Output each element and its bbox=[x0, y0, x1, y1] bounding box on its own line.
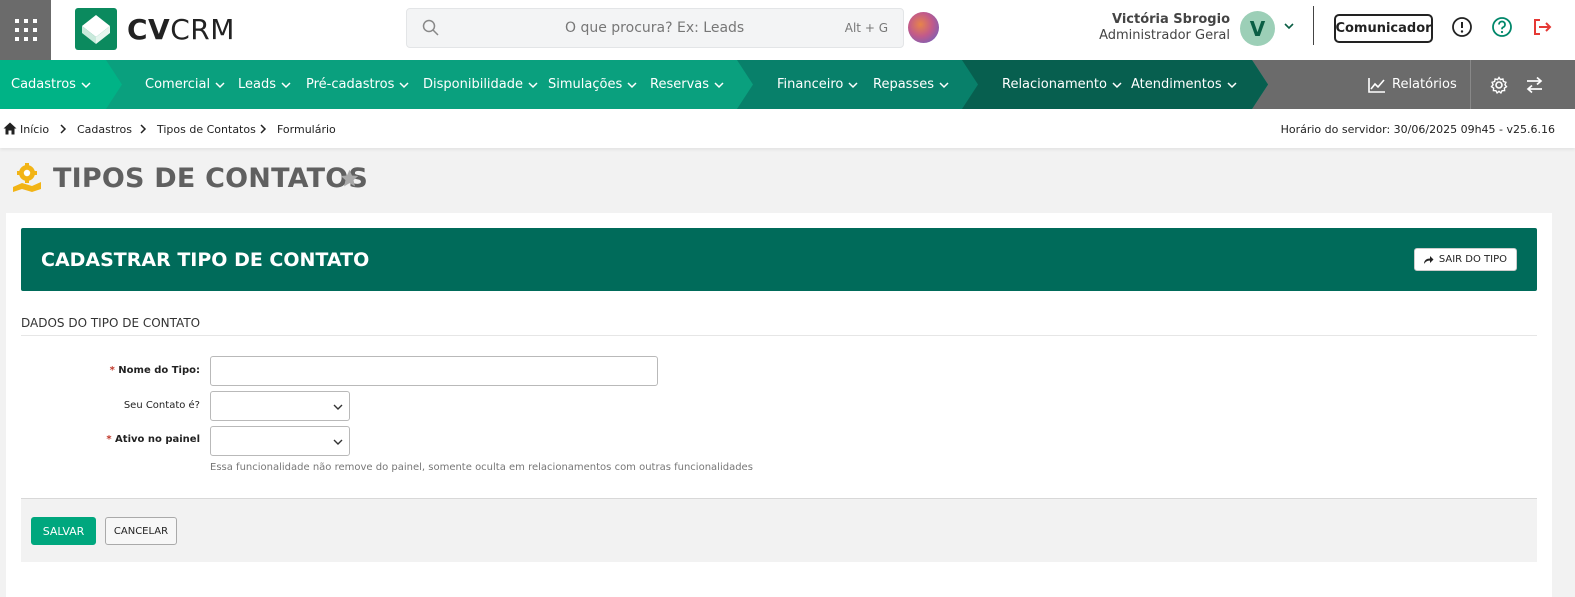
nav-item-cadastros[interactable]: Cadastros bbox=[11, 60, 91, 109]
chevron-down-icon bbox=[627, 81, 637, 88]
nome-tipo-input[interactable] bbox=[210, 356, 658, 386]
user-role: Administrador Geral bbox=[1099, 28, 1230, 43]
swap-arrows-icon[interactable] bbox=[1525, 76, 1544, 94]
page-title: TIPOS DE CONTATOS bbox=[53, 163, 369, 194]
nav-item-simulacoes[interactable]: Simulações bbox=[548, 60, 637, 109]
chevron-down-icon bbox=[848, 81, 858, 88]
chevron-down-icon bbox=[1227, 81, 1237, 88]
chevron-down-icon bbox=[939, 81, 949, 88]
favorite-star-icon[interactable] bbox=[339, 168, 360, 189]
exit-button[interactable]: SAIR DO TIPO bbox=[1413, 248, 1517, 271]
search-shortcut-hint: Alt + G bbox=[844, 21, 888, 35]
search-placeholder: O que procura? Ex: Leads bbox=[565, 20, 745, 36]
nav-item-leads[interactable]: Leads bbox=[238, 60, 291, 109]
breadcrumb: Início Cadastros Tipos de Contatos Formu… bbox=[0, 109, 1575, 148]
nav-divider bbox=[1470, 60, 1471, 109]
chevron-down-icon bbox=[281, 81, 291, 88]
nav-item-repasses[interactable]: Repasses bbox=[873, 60, 949, 109]
form-panel-header: CADASTRAR TIPO DE CONTATO SAIR DO TIPO bbox=[21, 228, 1537, 291]
info-icon[interactable] bbox=[1451, 16, 1473, 38]
form-panel-title: CADASTRAR TIPO DE CONTATO bbox=[41, 249, 370, 271]
settings-gear-icon[interactable] bbox=[1490, 76, 1508, 94]
logo[interactable]: CVCRM bbox=[75, 8, 235, 50]
nav-item-pre-cadastros[interactable]: Pré-cadastros bbox=[306, 60, 409, 109]
seu-contato-select[interactable] bbox=[210, 391, 350, 421]
help-icon[interactable] bbox=[1491, 16, 1513, 38]
search-icon bbox=[422, 19, 439, 36]
nome-tipo-label: * Nome do Tipo: bbox=[109, 365, 200, 376]
exit-button-label: SAIR DO TIPO bbox=[1438, 254, 1507, 265]
nav-item-atendimentos[interactable]: Atendimentos bbox=[1131, 60, 1237, 109]
chevron-down-icon bbox=[399, 81, 409, 88]
apps-menu-button[interactable] bbox=[0, 0, 51, 60]
ativo-painel-select[interactable] bbox=[210, 426, 350, 456]
chevron-down-icon[interactable] bbox=[1283, 20, 1295, 32]
nav-item-disponibilidade[interactable]: Disponibilidade bbox=[423, 60, 538, 109]
global-search[interactable]: O que procura? Ex: Leads Alt + G bbox=[406, 8, 904, 48]
chevron-right-icon bbox=[260, 124, 267, 134]
breadcrumb-item: Formulário bbox=[277, 123, 336, 136]
nav-item-relatorios[interactable]: Relatórios bbox=[1368, 60, 1457, 109]
logout-icon[interactable] bbox=[1531, 16, 1553, 38]
top-header: CVCRM O que procura? Ex: Leads Alt + G V… bbox=[0, 0, 1575, 60]
help-text: Essa funcionalidade não remove do painel… bbox=[210, 462, 753, 473]
logo-text: CVCRM bbox=[127, 12, 235, 46]
server-time: Horário do servidor: 30/06/2025 09h45 - … bbox=[1280, 123, 1555, 136]
home-icon[interactable] bbox=[3, 122, 17, 135]
save-button[interactable]: SALVAR bbox=[31, 517, 96, 545]
seu-contato-label: Seu Contato é? bbox=[123, 400, 200, 411]
chevron-down-icon bbox=[333, 404, 343, 410]
breadcrumb-item[interactable]: Início bbox=[20, 123, 49, 136]
communicator-button[interactable]: Comunicador bbox=[1334, 14, 1433, 43]
chevron-down-icon bbox=[1112, 81, 1122, 88]
chevron-right-icon bbox=[140, 124, 147, 134]
globe-icon[interactable] bbox=[908, 12, 939, 43]
cancel-button[interactable]: CANCELAR bbox=[105, 517, 177, 545]
nav-item-comercial[interactable]: Comercial bbox=[145, 60, 225, 109]
nav-item-relacionamento[interactable]: Relacionamento bbox=[1002, 60, 1122, 109]
chevron-down-icon bbox=[215, 81, 225, 88]
chevron-down-icon bbox=[81, 81, 91, 88]
logo-mark-icon bbox=[75, 8, 117, 50]
section-title: DADOS DO TIPO DE CONTATO bbox=[21, 316, 201, 330]
section-divider bbox=[21, 335, 1537, 336]
nav-item-financeiro[interactable]: Financeiro bbox=[777, 60, 858, 109]
breadcrumb-item[interactable]: Cadastros bbox=[77, 123, 132, 136]
header-divider bbox=[1313, 6, 1314, 45]
chevron-right-icon bbox=[60, 124, 67, 134]
line-chart-icon bbox=[1368, 77, 1385, 93]
nav-item-reservas[interactable]: Reservas bbox=[650, 60, 724, 109]
share-arrow-icon bbox=[1423, 255, 1434, 264]
contact-types-icon bbox=[13, 163, 41, 192]
user-name[interactable]: Victória Sbrogio bbox=[1112, 12, 1230, 27]
apps-grid-icon bbox=[14, 19, 37, 41]
avatar[interactable]: V bbox=[1240, 11, 1275, 46]
ativo-painel-label: * Ativo no painel bbox=[106, 434, 200, 445]
breadcrumb-item[interactable]: Tipos de Contatos bbox=[157, 123, 256, 136]
chevron-down-icon bbox=[528, 81, 538, 88]
chevron-down-icon bbox=[714, 81, 724, 88]
form-actions: SALVAR CANCELAR bbox=[21, 498, 1537, 562]
chevron-down-icon bbox=[333, 439, 343, 445]
